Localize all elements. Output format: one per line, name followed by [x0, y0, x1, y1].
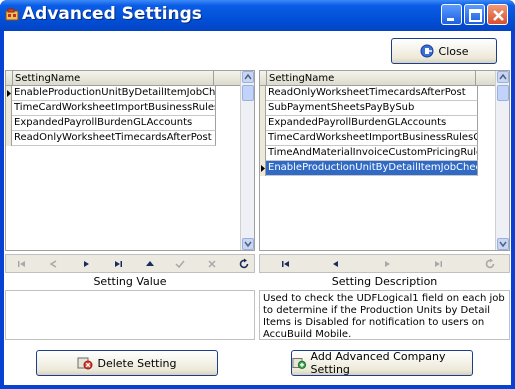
grid-header: SettingName: [6, 71, 254, 86]
previous-page-icon: [49, 260, 57, 268]
window-title: Advanced Settings: [22, 4, 202, 24]
table-row[interactable]: TimeCardWorksheetImportBusinessRulesChec…: [260, 131, 478, 146]
table-row[interactable]: EnableProductionUnitByDetailItemJobCheck: [6, 86, 216, 101]
refresh-icon: [239, 258, 249, 269]
last-record-button[interactable]: [112, 258, 124, 270]
cancel-icon: [208, 260, 216, 268]
table-cell[interactable]: SubPaymentSheetsPayBySub: [266, 101, 478, 116]
app-icon: [5, 8, 19, 21]
setting-value-label: Setting Value: [5, 273, 255, 291]
table-cell[interactable]: EnableProductionUnitByDetailItemJobCheck: [12, 86, 216, 101]
add-advanced-company-setting-label: Add Advanced Company Setting: [310, 350, 446, 376]
table-row[interactable]: TimeAndMaterialInvoiceCustomPricingRules: [260, 146, 478, 161]
table-cell[interactable]: EnableProductionUnitByDetailItemJobCheck: [266, 161, 478, 176]
table-row-selected[interactable]: EnableProductionUnitByDetailItemJobCheck: [260, 161, 478, 176]
vertical-scrollbar[interactable]: [240, 71, 254, 250]
previous-record-icon: [333, 261, 338, 267]
up-arrow-icon: [146, 261, 154, 266]
refresh-icon: [485, 258, 495, 269]
next-record-button[interactable]: [381, 258, 393, 270]
table-row[interactable]: ReadOnlyWorksheetTimecardsAfterPost: [260, 86, 478, 101]
chevron-up-icon: [244, 73, 252, 80]
previous-page-button[interactable]: [48, 258, 60, 270]
chevron-down-icon: [244, 241, 252, 248]
record-navigator-left: [5, 254, 255, 273]
scroll-up-button[interactable]: [242, 71, 254, 83]
table-cell[interactable]: ReadOnlyWorksheetTimecardsAfterPost: [12, 131, 216, 146]
refresh-button[interactable]: [238, 258, 250, 270]
scroll-down-button[interactable]: [242, 238, 254, 250]
table-cell[interactable]: TimeCardWorksheetImportBusinessRulesChec…: [12, 101, 216, 116]
chevron-up-icon: [499, 73, 507, 80]
next-record-button[interactable]: [80, 258, 92, 270]
last-record-icon: [435, 261, 442, 267]
column-header-setting-name[interactable]: SettingName: [266, 71, 476, 86]
settings-grid-right[interactable]: SettingName ReadOnlyWorksheetTimecardsAf…: [259, 70, 510, 251]
chevron-down-icon: [499, 241, 507, 248]
title-bar[interactable]: Advanced Settings: [0, 0, 515, 31]
maximize-button[interactable]: [464, 4, 485, 25]
table-row[interactable]: TimeCardWorksheetImportBusinessRulesChec…: [6, 101, 216, 116]
next-record-icon: [84, 261, 89, 267]
table-row[interactable]: SubPaymentSheetsPayBySub: [260, 101, 478, 116]
cancel-edit-button[interactable]: [206, 258, 218, 270]
add-icon: [292, 358, 307, 369]
scroll-up-button[interactable]: [497, 71, 509, 83]
window-client-area: Close SettingName EnableProductionUnitBy…: [4, 31, 511, 385]
table-row[interactable]: ReadOnlyWorksheetTimecardsAfterPost: [6, 131, 216, 146]
scroll-thumb[interactable]: [497, 85, 509, 101]
scroll-down-button[interactable]: [497, 238, 509, 250]
table-cell[interactable]: TimeAndMaterialInvoiceCustomPricingRules: [266, 146, 478, 161]
settings-grid-left[interactable]: SettingName EnableProductionUnitByDetail…: [5, 70, 255, 251]
close-x-icon: [493, 10, 504, 21]
vertical-scrollbar[interactable]: [495, 71, 509, 250]
grid-header: SettingName: [260, 71, 509, 86]
close-button-label: Close: [438, 44, 469, 58]
minimize-icon: [447, 18, 454, 21]
first-record-icon: [18, 261, 25, 267]
delete-setting-label: Delete Setting: [97, 356, 177, 370]
delete-setting-button[interactable]: Delete Setting: [36, 350, 218, 376]
checkmark-icon: [175, 260, 185, 269]
setting-description-label: Setting Description: [259, 273, 510, 291]
last-record-button[interactable]: [432, 258, 444, 270]
previous-record-button[interactable]: [330, 258, 342, 270]
advanced-settings-window: Advanced Settings Close SettingName Enab…: [0, 0, 515, 389]
next-record-icon: [385, 261, 390, 267]
minimize-button[interactable]: [441, 4, 462, 25]
first-record-button[interactable]: [280, 258, 292, 270]
table-cell[interactable]: ReadOnlyWorksheetTimecardsAfterPost: [266, 86, 478, 101]
delete-icon: [77, 357, 93, 370]
scroll-thumb[interactable]: [242, 85, 254, 101]
first-record-icon: [282, 261, 289, 267]
table-row[interactable]: ExpandedPayrollBurdenGLAccounts: [6, 116, 216, 131]
close-button[interactable]: Close: [391, 38, 497, 64]
close-window-button[interactable]: [487, 4, 508, 25]
refresh-button[interactable]: [484, 258, 496, 270]
close-circle-icon: [420, 44, 434, 58]
first-record-button[interactable]: [16, 258, 28, 270]
table-cell[interactable]: TimeCardWorksheetImportBusinessRulesChec…: [266, 131, 478, 146]
setting-description-field[interactable]: Used to check the UDFLogical1 field on e…: [259, 290, 510, 340]
table-cell[interactable]: ExpandedPayrollBurdenGLAccounts: [12, 116, 216, 131]
table-row[interactable]: ExpandedPayrollBurdenGLAccounts: [260, 116, 478, 131]
table-cell[interactable]: ExpandedPayrollBurdenGLAccounts: [266, 116, 478, 131]
column-header-setting-name[interactable]: SettingName: [12, 71, 214, 86]
add-advanced-company-setting-button[interactable]: Add Advanced Company Setting: [291, 350, 473, 376]
post-record-button[interactable]: [174, 258, 186, 270]
insert-record-button[interactable]: [144, 258, 156, 270]
maximize-icon: [469, 9, 482, 22]
last-record-icon: [115, 261, 122, 267]
setting-value-field[interactable]: [5, 290, 255, 340]
record-navigator-right: [259, 254, 510, 273]
